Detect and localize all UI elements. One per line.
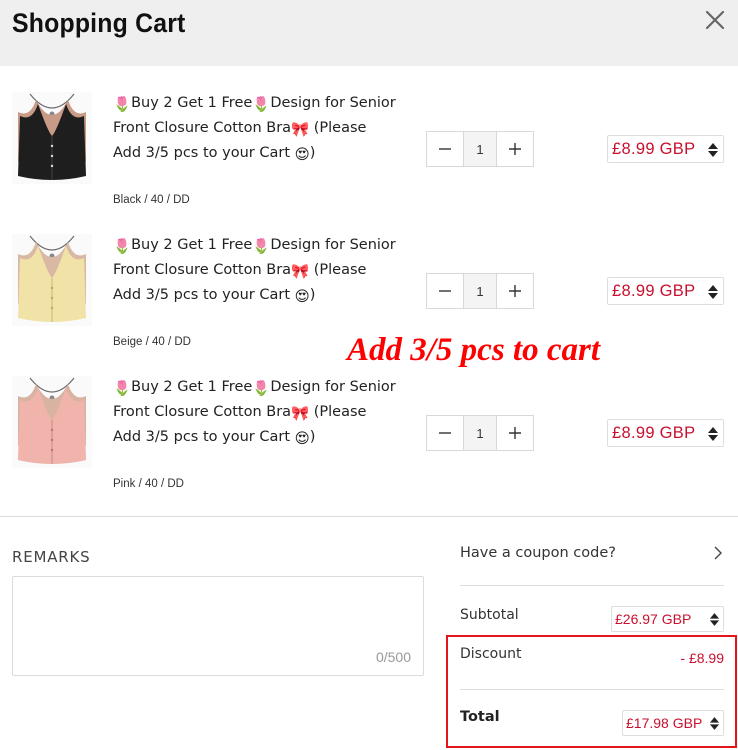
subtotal-label: Subtotal — [460, 607, 519, 623]
quantity-value[interactable]: 1 — [463, 416, 497, 450]
coupon-divider — [460, 585, 724, 586]
product-variant: Beige / 40 / DD — [113, 336, 191, 348]
page-title: Shopping Cart — [12, 8, 186, 38]
product-title[interactable]: 🌷Buy 2 Get 1 Free🌷Design for Senior Fron… — [113, 234, 398, 309]
ribbon-icon: 🎀 — [291, 122, 310, 138]
sort-arrows-icon — [708, 143, 718, 157]
subtotal-value: £26.97 GBP — [615, 611, 692, 627]
sort-arrows-icon — [708, 427, 718, 441]
product-image[interactable] — [12, 234, 92, 326]
heart-eyes-icon: 😍 — [294, 289, 310, 305]
cart-item: 🌷Buy 2 Get 1 Free🌷Design for Senior Fron… — [0, 376, 738, 518]
tulip-icon: 🌷 — [252, 97, 271, 113]
ribbon-icon: 🎀 — [291, 264, 310, 280]
quantity-stepper: 1 — [426, 415, 534, 451]
plus-button[interactable] — [497, 274, 533, 308]
product-variant: Pink / 40 / DD — [113, 478, 184, 490]
promo-overlay-text: Add 3/5 pcs to cart — [347, 332, 600, 368]
remarks-textarea[interactable]: 0/500 — [12, 576, 424, 676]
price-select[interactable]: £8.99 GBP — [607, 277, 724, 305]
plus-button[interactable] — [497, 132, 533, 166]
char-counter: 0/500 — [375, 649, 411, 665]
highlight-annotation-box — [446, 635, 737, 748]
tulip-icon: 🌷 — [113, 97, 132, 113]
remarks-label: REMARKS — [12, 548, 91, 566]
tulip-icon: 🌷 — [113, 239, 132, 255]
tulip-icon: 🌷 — [113, 381, 132, 397]
tulip-icon: 🌷 — [252, 239, 271, 255]
plus-button[interactable] — [497, 416, 533, 450]
minus-button[interactable] — [427, 416, 463, 450]
price-select[interactable]: £8.99 GBP — [607, 135, 724, 163]
product-title[interactable]: 🌷Buy 2 Get 1 Free🌷Design for Senior Fron… — [113, 92, 398, 167]
item-price: £8.99 GBP — [612, 139, 696, 158]
quantity-stepper: 1 — [426, 131, 534, 167]
item-price: £8.99 GBP — [612, 281, 696, 300]
product-title[interactable]: 🌷Buy 2 Get 1 Free🌷Design for Senior Fron… — [113, 376, 398, 451]
sort-arrows-icon — [708, 285, 718, 299]
product-image[interactable] — [12, 376, 92, 468]
heart-eyes-icon: 😍 — [294, 147, 310, 163]
ribbon-icon: 🎀 — [291, 406, 310, 422]
coupon-label: Have a coupon code? — [460, 545, 616, 561]
heart-eyes-icon: 😍 — [294, 431, 310, 447]
section-divider — [0, 516, 738, 517]
cart-item: 🌷Buy 2 Get 1 Free🌷Design for Senior Fron… — [0, 92, 738, 234]
product-image[interactable] — [12, 92, 92, 184]
close-icon[interactable] — [701, 6, 729, 34]
quantity-stepper: 1 — [426, 273, 534, 309]
quantity-value[interactable]: 1 — [463, 274, 497, 308]
product-variant: Black / 40 / DD — [113, 194, 190, 206]
minus-button[interactable] — [427, 132, 463, 166]
cart-header: Shopping Cart — [0, 0, 738, 66]
sort-arrows-icon — [709, 613, 720, 626]
coupon-toggle[interactable]: Have a coupon code? — [460, 538, 724, 568]
chevron-right-icon — [714, 546, 722, 560]
price-select[interactable]: £8.99 GBP — [607, 419, 724, 447]
subtotal-select[interactable]: £26.97 GBP — [611, 606, 724, 632]
minus-button[interactable] — [427, 274, 463, 308]
tulip-icon: 🌷 — [252, 381, 271, 397]
quantity-value[interactable]: 1 — [463, 132, 497, 166]
item-price: £8.99 GBP — [612, 423, 696, 442]
